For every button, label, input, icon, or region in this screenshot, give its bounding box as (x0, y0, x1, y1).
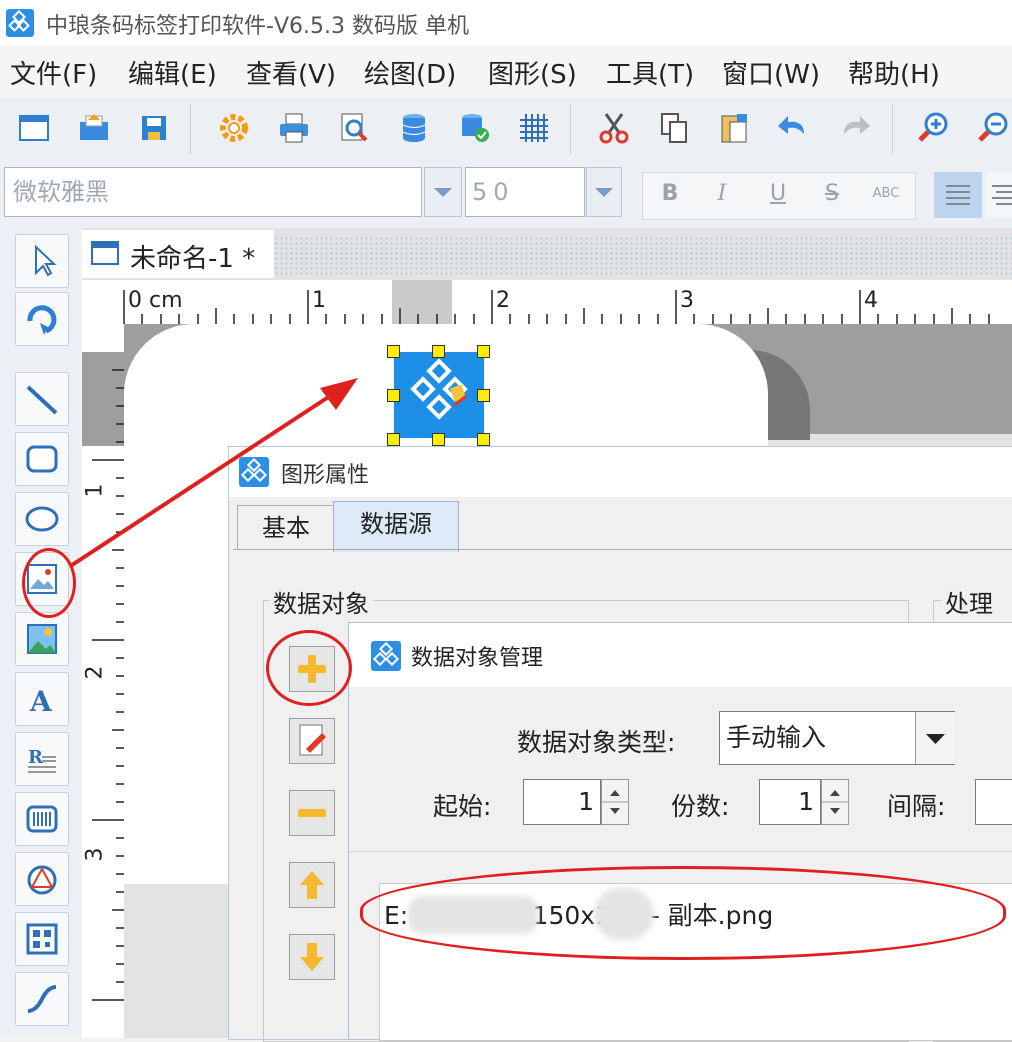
annotation-arrow (70, 378, 358, 567)
